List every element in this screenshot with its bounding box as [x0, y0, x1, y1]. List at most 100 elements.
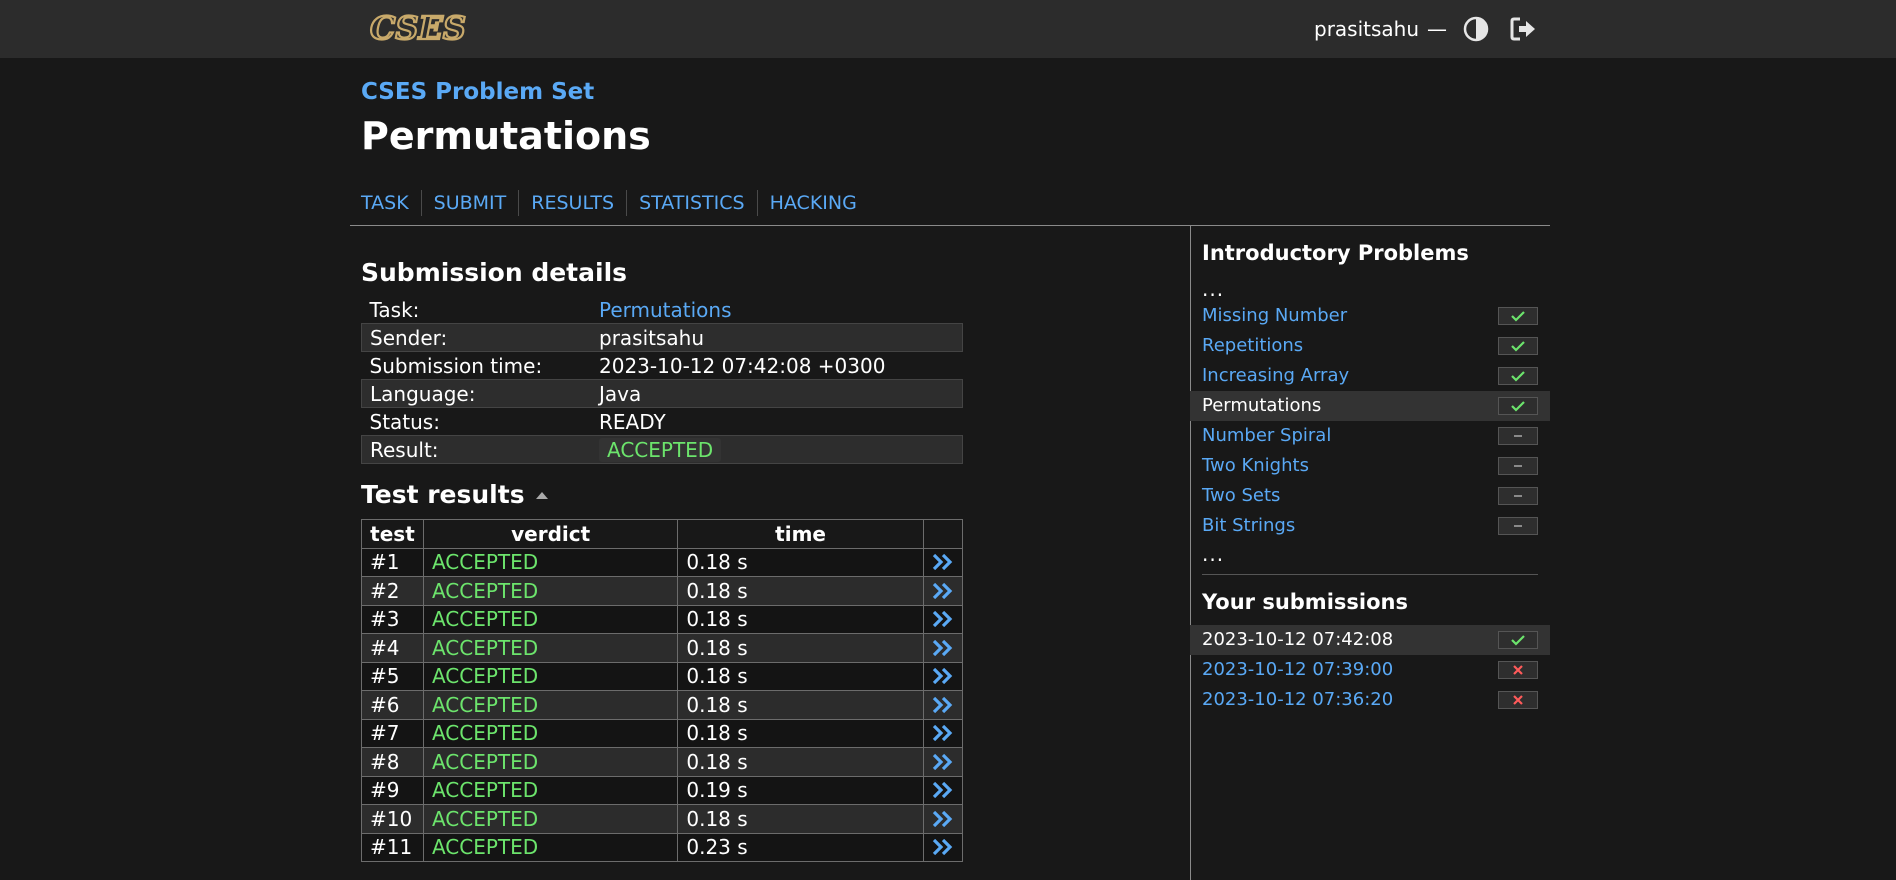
test-time: 0.18 s	[677, 804, 924, 834]
detail-value: Permutations	[591, 296, 963, 324]
test-number: #11	[361, 832, 424, 862]
test-verdict: ACCEPTED	[422, 633, 679, 663]
problem-name[interactable]: Bit Strings	[1202, 515, 1295, 536]
collapse-triangle-icon[interactable]	[535, 490, 549, 500]
double-chevron-right-icon[interactable]	[932, 753, 954, 770]
problem-name[interactable]: Increasing Array	[1202, 365, 1349, 386]
detail-row: Result: ACCEPTED	[361, 435, 963, 464]
test-details-cell	[922, 775, 964, 805]
problem-name: Permutations	[1202, 395, 1322, 416]
table-row: #10 ACCEPTED 0.18 s	[361, 804, 964, 834]
sidebar-submission-item[interactable]: 2023-10-12 07:39:00	[1190, 655, 1550, 685]
username-link[interactable]: prasitsahu	[1314, 17, 1419, 41]
submission-time[interactable]: 2023-10-12 07:36:20	[1202, 689, 1393, 710]
test-results-heading-wrap: Test results	[361, 480, 549, 509]
detail-row: Status: READY	[362, 408, 963, 436]
submission-status-badge	[1498, 661, 1538, 679]
test-verdict: ACCEPTED	[422, 576, 679, 606]
detail-label: Language:	[361, 379, 591, 408]
sidebar-submission-item[interactable]: 2023-10-12 07:42:08	[1190, 625, 1550, 655]
problem-status-badge	[1498, 487, 1538, 505]
sidebar-problem-item[interactable]: Number Spiral	[1190, 421, 1550, 451]
problem-list: Missing Number Repetitions Increasing Arra…	[1190, 301, 1550, 541]
sidebar-ellipsis-bottom: ...	[1202, 542, 1225, 566]
test-number: #3	[361, 604, 424, 634]
problem-name[interactable]: Repetitions	[1202, 335, 1303, 356]
test-time: 0.18 s	[677, 661, 924, 691]
test-number: #6	[361, 690, 424, 720]
table-row: #3 ACCEPTED 0.18 s	[361, 604, 964, 634]
cses-logo[interactable]: CSES	[361, 10, 475, 46]
double-chevron-right-icon[interactable]	[932, 810, 954, 827]
problem-name[interactable]: Missing Number	[1202, 305, 1347, 326]
problem-name[interactable]: Number Spiral	[1202, 425, 1331, 446]
submission-details-table: Task: Permutations Sender: prasitsahu Su…	[361, 296, 963, 464]
detail-row: Sender: prasitsahu	[361, 323, 963, 352]
table-row: #6 ACCEPTED 0.18 s	[361, 690, 964, 720]
logout-icon[interactable]	[1509, 16, 1537, 42]
test-verdict: ACCEPTED	[422, 718, 679, 748]
check-icon	[1511, 341, 1525, 352]
double-chevron-right-icon[interactable]	[932, 582, 954, 599]
dash-icon	[1514, 525, 1522, 527]
sidebar-ellipsis-top: ...	[1202, 277, 1225, 301]
problem-status-badge	[1498, 517, 1538, 535]
test-number: #7	[361, 718, 424, 748]
sidebar-problem-item[interactable]: Repetitions	[1190, 331, 1550, 361]
dash-icon	[1514, 435, 1522, 437]
test-number: #1	[361, 547, 424, 577]
double-chevron-right-icon[interactable]	[932, 839, 954, 856]
contrast-icon[interactable]	[1463, 16, 1489, 42]
double-chevron-right-icon[interactable]	[932, 782, 954, 799]
test-details-cell	[922, 604, 964, 634]
double-chevron-right-icon[interactable]	[932, 554, 954, 571]
test-verdict: ACCEPTED	[422, 690, 679, 720]
test-time: 0.18 s	[677, 576, 924, 606]
cross-icon	[1513, 665, 1523, 675]
table-row: #11 ACCEPTED 0.23 s	[361, 832, 964, 862]
double-chevron-right-icon[interactable]	[932, 668, 954, 685]
test-time: 0.19 s	[677, 775, 924, 805]
problem-name[interactable]: Two Sets	[1202, 485, 1280, 506]
table-row: #2 ACCEPTED 0.18 s	[361, 576, 964, 606]
site-title-link[interactable]: CSES Problem Set	[361, 79, 594, 105]
sidebar-problem-item[interactable]: Increasing Array	[1190, 361, 1550, 391]
sidebar-problem-item[interactable]: Bit Strings	[1190, 511, 1550, 541]
problem-status-badge	[1498, 427, 1538, 445]
divider	[350, 225, 1550, 226]
test-verdict: ACCEPTED	[422, 547, 679, 577]
test-number: #4	[361, 633, 424, 663]
cross-icon	[1513, 695, 1523, 705]
sidebar-problem-item[interactable]: Missing Number	[1190, 301, 1550, 331]
double-chevron-right-icon[interactable]	[932, 696, 954, 713]
nav-submit[interactable]: SUBMIT	[420, 190, 519, 216]
test-details-cell	[922, 804, 964, 834]
double-chevron-right-icon[interactable]	[932, 639, 954, 656]
nav-results[interactable]: RESULTS	[518, 190, 626, 216]
nav-statistics[interactable]: STATISTICS	[626, 190, 757, 216]
top-bar: CSES prasitsahu —	[0, 0, 1896, 58]
task-link[interactable]: Permutations	[599, 298, 732, 322]
problem-status-badge	[1498, 307, 1538, 325]
sidebar-problem-item[interactable]: Permutations	[1190, 391, 1550, 421]
test-time: 0.18 s	[677, 604, 924, 634]
double-chevron-right-icon[interactable]	[932, 611, 954, 628]
sidebar-submission-item[interactable]: 2023-10-12 07:36:20	[1190, 685, 1550, 715]
submissions-title: Your submissions	[1202, 590, 1408, 614]
test-verdict: ACCEPTED	[422, 604, 679, 634]
table-row: #5 ACCEPTED 0.18 s	[361, 661, 964, 691]
sidebar-problem-item[interactable]: Two Knights	[1190, 451, 1550, 481]
double-chevron-right-icon[interactable]	[932, 725, 954, 742]
test-details-cell	[922, 832, 964, 862]
sidebar-section-title: Introductory Problems	[1202, 241, 1469, 265]
sidebar-problem-item[interactable]: Two Sets	[1190, 481, 1550, 511]
test-time: 0.18 s	[677, 547, 924, 577]
nav-hacking[interactable]: HACKING	[756, 190, 869, 216]
table-header-row: test verdict time	[361, 519, 964, 549]
nav-task[interactable]: TASK	[361, 190, 421, 216]
problem-status-badge	[1498, 397, 1538, 415]
problem-name[interactable]: Two Knights	[1202, 455, 1309, 476]
submission-time[interactable]: 2023-10-12 07:39:00	[1202, 659, 1393, 680]
check-icon	[1511, 635, 1525, 646]
test-verdict: ACCEPTED	[422, 747, 679, 777]
